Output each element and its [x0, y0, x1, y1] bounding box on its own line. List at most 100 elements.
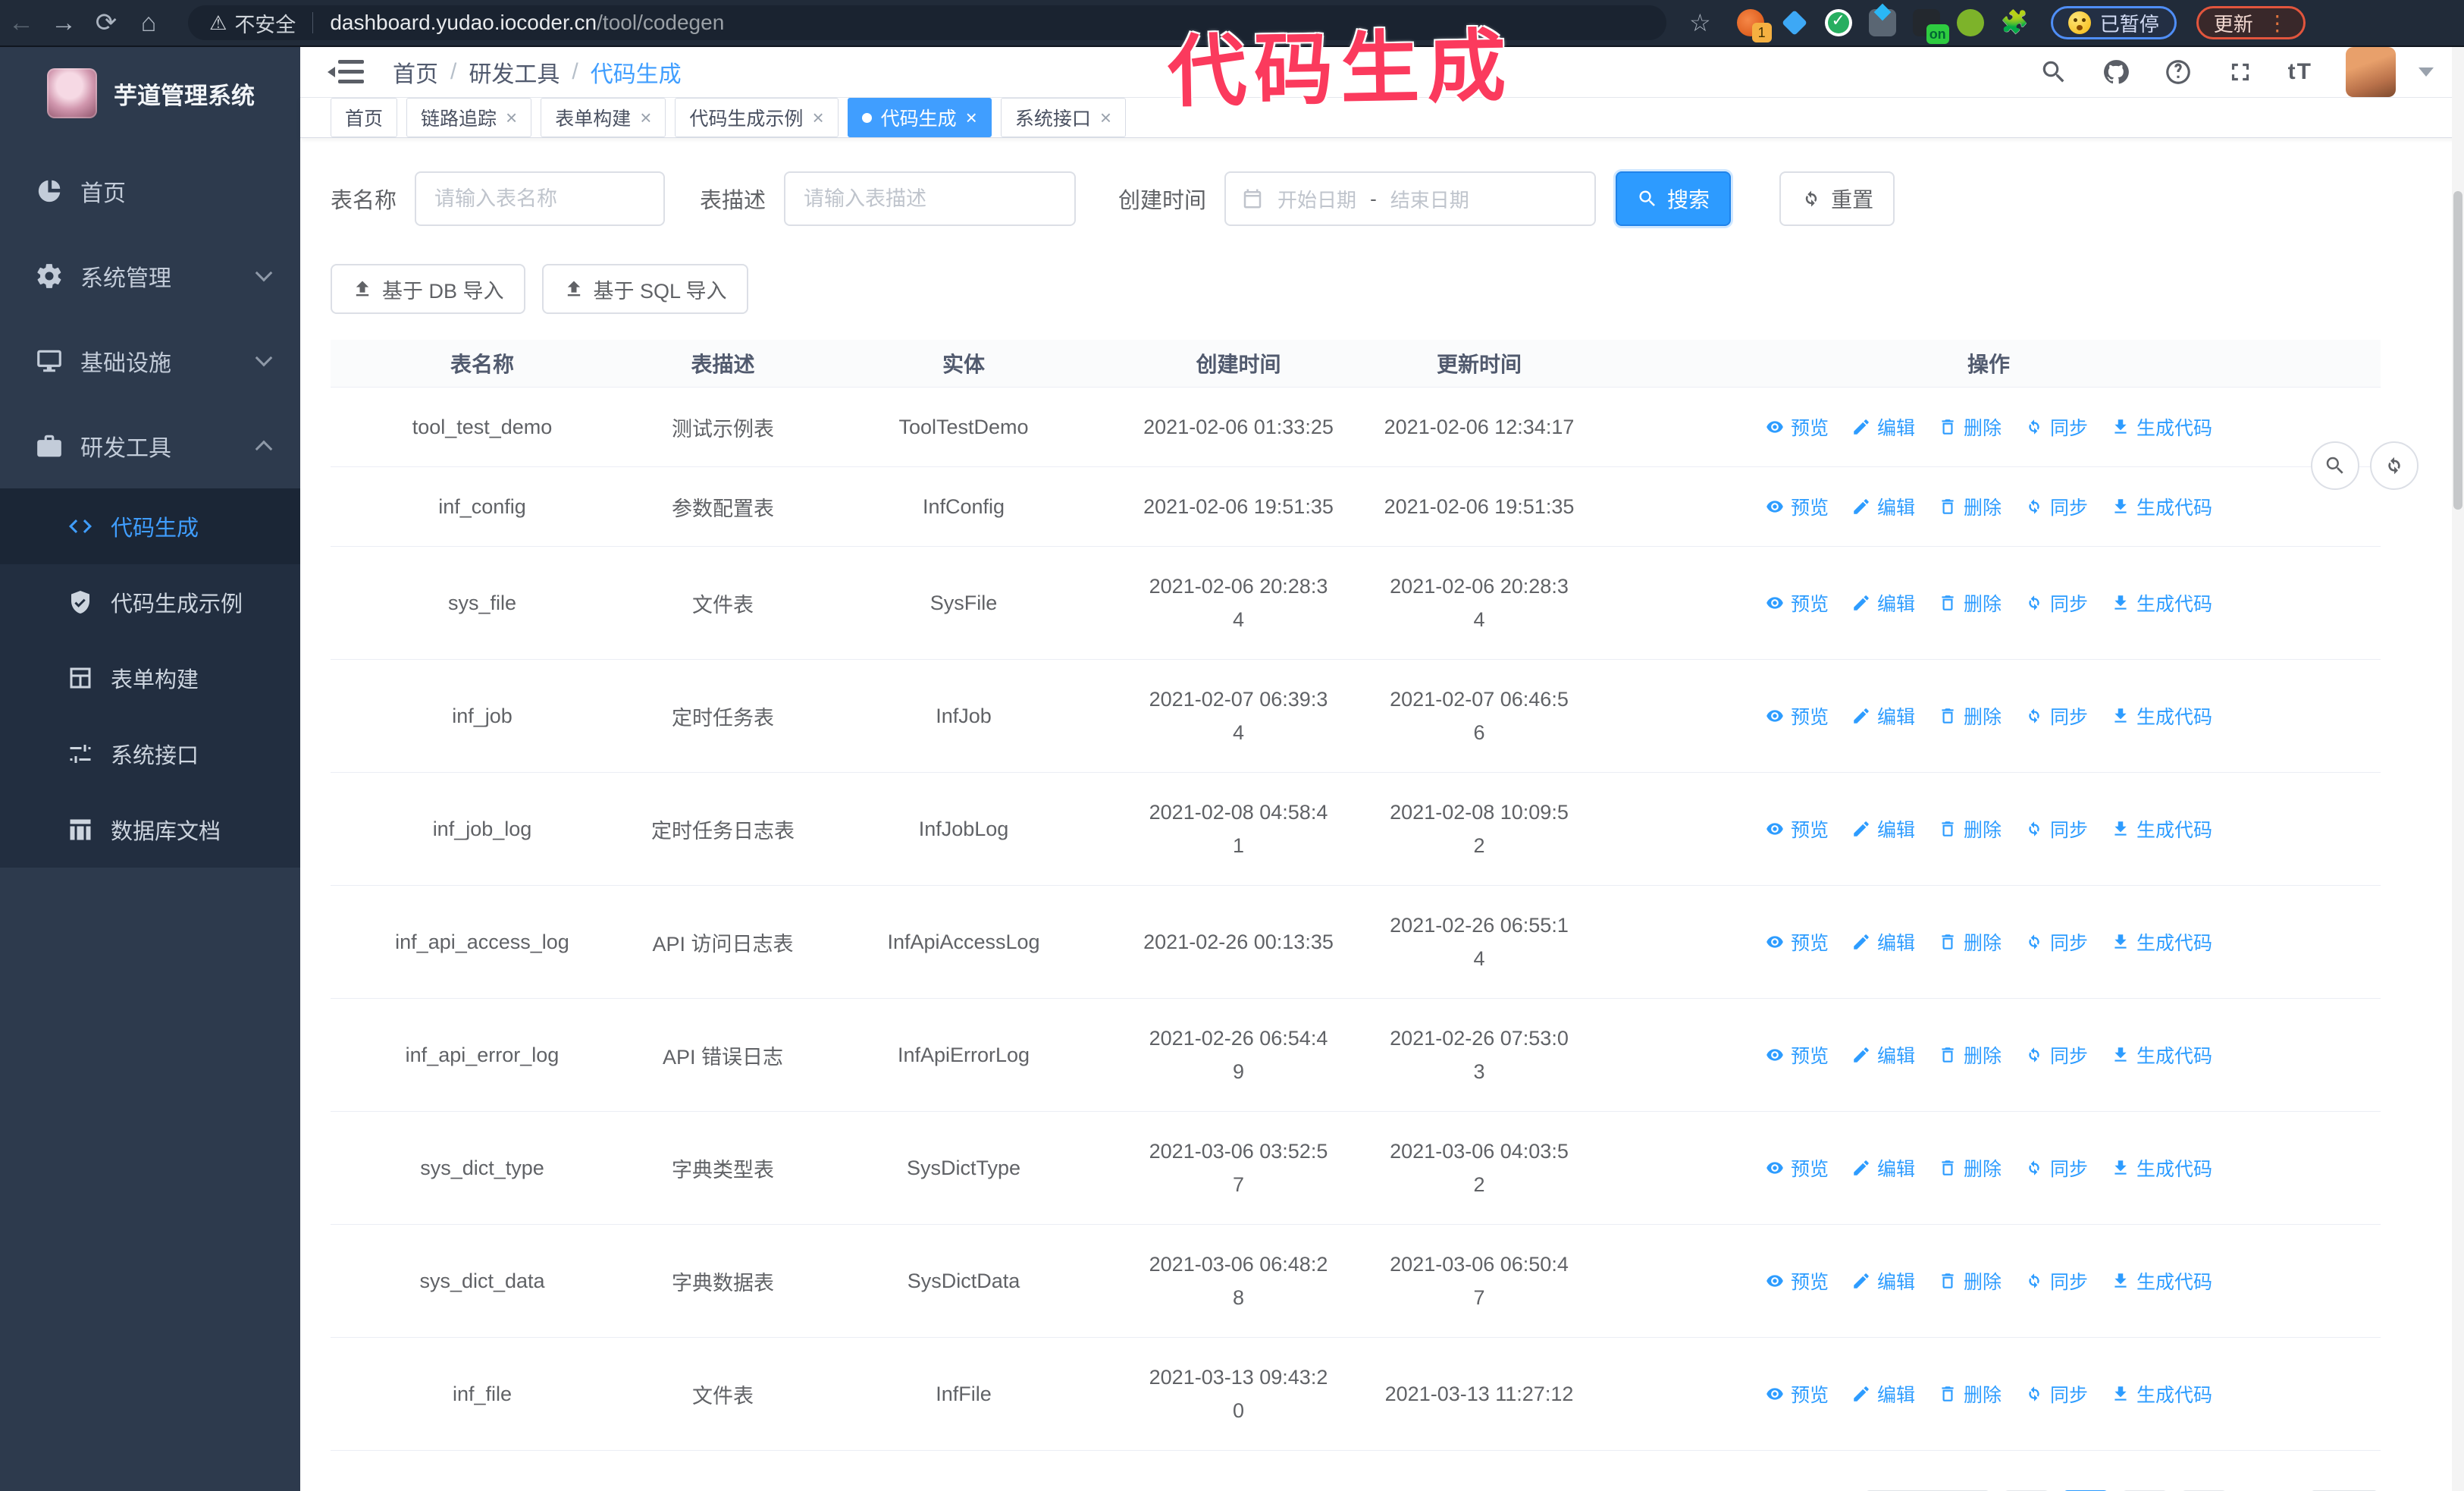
- 生成代码-link[interactable]: 生成代码: [2111, 589, 2212, 617]
- 编辑-link[interactable]: 编辑: [1851, 413, 1915, 441]
- browser-forward-icon[interactable]: →: [42, 8, 85, 38]
- 生成代码-link[interactable]: 生成代码: [2111, 702, 2212, 730]
- 编辑-link[interactable]: 编辑: [1851, 815, 1915, 843]
- 删除-link[interactable]: 删除: [1938, 493, 2002, 520]
- ext-green-check[interactable]: [1824, 9, 1852, 36]
- sidebar-subitem-代码生成示例[interactable]: 代码生成示例: [0, 564, 300, 640]
- 编辑-link[interactable]: 编辑: [1851, 1154, 1915, 1182]
- 生成代码-link[interactable]: 生成代码: [2111, 1154, 2212, 1182]
- breadcrumb-home[interactable]: 首页: [393, 55, 438, 89]
- chevron-down-icon[interactable]: [2419, 67, 2434, 77]
- 删除-link[interactable]: 删除: [1938, 1154, 2002, 1182]
- close-icon[interactable]: ×: [640, 108, 651, 127]
- close-icon[interactable]: ×: [966, 108, 977, 127]
- 同步-link[interactable]: 同步: [2024, 1154, 2088, 1182]
- ext-orange[interactable]: 1: [1736, 9, 1772, 42]
- browser-reload-icon[interactable]: ⟳: [85, 8, 127, 38]
- sidebar-item-1[interactable]: 系统管理: [0, 234, 300, 319]
- 编辑-link[interactable]: 编辑: [1851, 1380, 1915, 1408]
- 预览-link[interactable]: 预览: [1765, 702, 1829, 730]
- sidebar-subitem-系统接口[interactable]: 系统接口: [0, 716, 300, 792]
- 生成代码-link[interactable]: 生成代码: [2111, 1267, 2212, 1295]
- 预览-link[interactable]: 预览: [1765, 589, 1829, 617]
- font-size-icon[interactable]: tT: [2288, 59, 2312, 85]
- 预览-link[interactable]: 预览: [1765, 413, 1829, 441]
- 预览-link[interactable]: 预览: [1765, 493, 1829, 520]
- reset-button[interactable]: 重置: [1779, 171, 1895, 226]
- tab-系统接口[interactable]: 系统接口 ×: [1000, 98, 1127, 137]
- scrollbar[interactable]: [2452, 47, 2464, 1491]
- github-icon[interactable]: [2102, 58, 2130, 86]
- tab-链路追踪[interactable]: 链路追踪 ×: [406, 98, 532, 137]
- browser-menu-icon[interactable]: ⋮: [2267, 11, 2288, 36]
- sidebar-subitem-代码生成[interactable]: 代码生成: [0, 488, 300, 564]
- sidebar-subitem-数据库文档[interactable]: 数据库文档: [0, 792, 300, 868]
- refresh-table-button[interactable]: [2370, 441, 2419, 490]
- 编辑-link[interactable]: 编辑: [1851, 1267, 1915, 1295]
- 删除-link[interactable]: 删除: [1938, 1267, 2002, 1295]
- sidebar-item-3[interactable]: 研发工具: [0, 403, 300, 488]
- 编辑-link[interactable]: 编辑: [1851, 928, 1915, 956]
- bookmark-star-icon[interactable]: ☆: [1689, 8, 1711, 37]
- 删除-link[interactable]: 删除: [1938, 702, 2002, 730]
- 生成代码-link[interactable]: 生成代码: [2111, 493, 2212, 520]
- avatar[interactable]: [2346, 47, 2396, 97]
- 同步-link[interactable]: 同步: [2024, 413, 2088, 441]
- 预览-link[interactable]: 预览: [1765, 815, 1829, 843]
- close-icon[interactable]: ×: [812, 108, 823, 127]
- ext-puzzle[interactable]: 🧩: [2001, 9, 2029, 36]
- sidebar-item-0[interactable]: 首页: [0, 149, 300, 234]
- 同步-link[interactable]: 同步: [2024, 493, 2088, 520]
- toggle-search-button[interactable]: [2311, 441, 2359, 490]
- search-icon[interactable]: [2039, 58, 2068, 86]
- 预览-link[interactable]: 预览: [1765, 1267, 1829, 1295]
- date-range-input[interactable]: 开始日期 - 结束日期: [1224, 171, 1597, 226]
- 预览-link[interactable]: 预览: [1765, 1380, 1829, 1408]
- collapse-sidebar-icon[interactable]: [328, 58, 364, 86]
- 同步-link[interactable]: 同步: [2024, 1041, 2088, 1069]
- 删除-link[interactable]: 删除: [1938, 1380, 2002, 1408]
- close-icon[interactable]: ×: [506, 108, 517, 127]
- 删除-link[interactable]: 删除: [1938, 589, 2002, 617]
- tab-表单构建[interactable]: 表单构建 ×: [541, 98, 666, 137]
- app-logo-row[interactable]: 芋道管理系统: [0, 47, 300, 138]
- 生成代码-link[interactable]: 生成代码: [2111, 1041, 2212, 1069]
- update-button[interactable]: 更新 ⋮: [2196, 6, 2306, 39]
- security-warning[interactable]: ⚠ 不安全: [209, 8, 296, 38]
- scrollbar-thumb[interactable]: [2453, 191, 2462, 510]
- 同步-link[interactable]: 同步: [2024, 589, 2088, 617]
- 删除-link[interactable]: 删除: [1938, 928, 2002, 956]
- table-desc-input[interactable]: [784, 171, 1077, 226]
- browser-home-icon[interactable]: ⌂: [127, 8, 170, 38]
- paused-badge[interactable]: 已暂停: [2050, 6, 2177, 39]
- ext-blue-diamond[interactable]: [1781, 9, 1808, 36]
- 编辑-link[interactable]: 编辑: [1851, 589, 1915, 617]
- help-icon[interactable]: [2164, 58, 2193, 86]
- import-db-button[interactable]: 基于 DB 导入: [331, 264, 525, 314]
- ext-grid[interactable]: [1868, 9, 1896, 36]
- tab-首页[interactable]: 首页: [331, 98, 398, 137]
- 同步-link[interactable]: 同步: [2024, 1267, 2088, 1295]
- 预览-link[interactable]: 预览: [1765, 1041, 1829, 1069]
- sidebar-item-2[interactable]: 基础设施: [0, 319, 300, 403]
- breadcrumb-devtools[interactable]: 研发工具: [469, 55, 560, 89]
- import-sql-button[interactable]: 基于 SQL 导入: [541, 264, 748, 314]
- tab-代码生成[interactable]: 代码生成 ×: [847, 98, 992, 137]
- 生成代码-link[interactable]: 生成代码: [2111, 413, 2212, 441]
- 同步-link[interactable]: 同步: [2024, 702, 2088, 730]
- browser-back-icon[interactable]: ←: [0, 8, 42, 38]
- ext-green[interactable]: [1956, 9, 1984, 36]
- 生成代码-link[interactable]: 生成代码: [2111, 928, 2212, 956]
- 生成代码-link[interactable]: 生成代码: [2111, 815, 2212, 843]
- ext-dark[interactable]: on: [1912, 9, 1949, 44]
- 编辑-link[interactable]: 编辑: [1851, 702, 1915, 730]
- 编辑-link[interactable]: 编辑: [1851, 1041, 1915, 1069]
- 删除-link[interactable]: 删除: [1938, 1041, 2002, 1069]
- tab-代码生成示例[interactable]: 代码生成示例 ×: [675, 98, 839, 137]
- table-name-input[interactable]: [415, 171, 666, 226]
- 预览-link[interactable]: 预览: [1765, 1154, 1829, 1182]
- 删除-link[interactable]: 删除: [1938, 413, 2002, 441]
- 预览-link[interactable]: 预览: [1765, 928, 1829, 956]
- 编辑-link[interactable]: 编辑: [1851, 493, 1915, 520]
- 同步-link[interactable]: 同步: [2024, 1380, 2088, 1408]
